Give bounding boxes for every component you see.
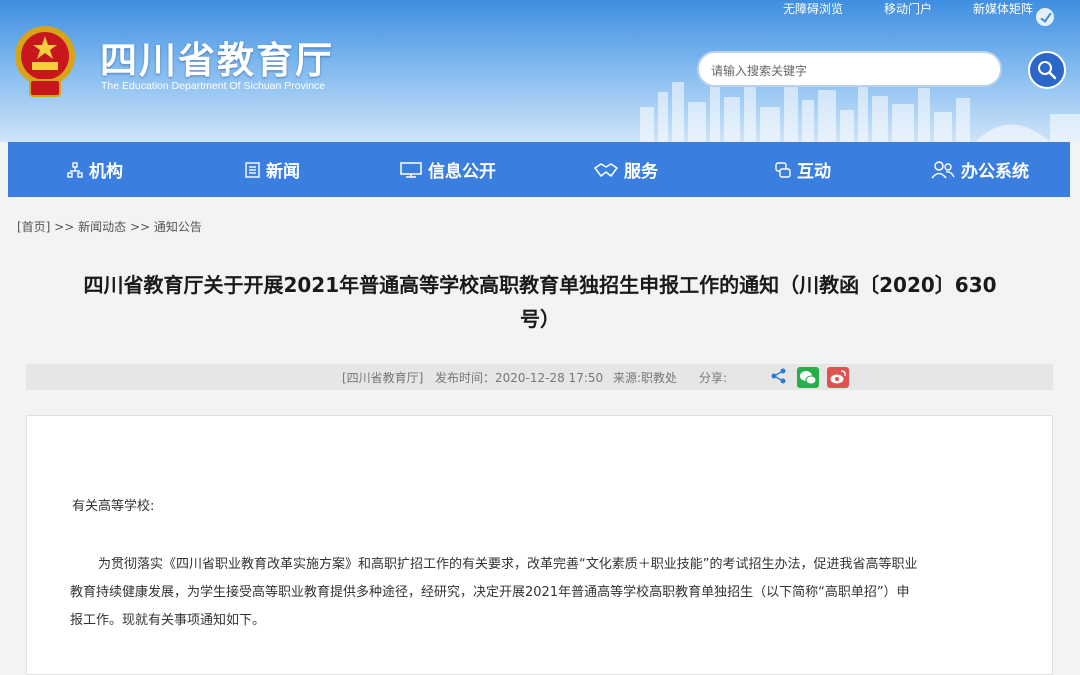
main-nav: 机构 新闻 信息公开 服务 互动 办公系统 <box>8 142 1070 197</box>
article-paragraph-line: 为贯彻落实《四川省职业教育改革实施方案》和高职扩招工作的有关要求，改革完善“文化… <box>98 557 918 572</box>
users-icon <box>931 160 955 178</box>
breadcrumb: [首页] >> 新闻动态 >> 通知公告 <box>17 218 202 235</box>
nav-label-info-disclosure: 信息公开 <box>428 162 496 182</box>
search-button[interactable] <box>1028 51 1066 89</box>
nav-label-office-system: 办公系统 <box>961 162 1029 182</box>
org-icon <box>67 161 83 178</box>
interaction-icon <box>775 161 791 178</box>
article-paragraph-line: 报工作。现就有关事项通知如下。 <box>70 613 266 628</box>
news-icon <box>245 161 260 178</box>
article-content-panel <box>26 415 1053 675</box>
breadcrumb-news[interactable]: 新闻动态 <box>78 220 126 234</box>
breadcrumb-home[interactable]: [首页] <box>17 220 50 234</box>
article-meta-bar: [四川省教育厅] 发布时间：2020-12-28 17:50 来源:职教处 分享… <box>26 364 1053 390</box>
mobile-portal-link[interactable]: 移动门户 <box>884 0 932 17</box>
nav-item-info-disclosure[interactable]: 信息公开 <box>400 142 496 197</box>
article-title-line-2: 号） <box>520 307 560 331</box>
breadcrumb-separator: >> <box>54 220 75 234</box>
share-icon[interactable] <box>770 367 788 385</box>
article-paragraph-line: 教育持续健康发展，为学生接受高等职业教育提供多种途径，经研究，决定开展2021年… <box>70 585 910 600</box>
article-title: 四川省教育厅关于开展2021年普通高等学校高职教育单独招生申报工作的通知（川教函… <box>30 268 1050 336</box>
nav-item-service[interactable]: 服务 <box>594 142 658 197</box>
monitor-icon <box>400 161 422 178</box>
nav-item-office-system[interactable]: 办公系统 <box>931 142 1029 197</box>
service-icon <box>594 162 618 177</box>
site-header: 四川省教育厅 The Education Department Of Sichu… <box>0 0 1080 142</box>
wechat-icon[interactable] <box>797 367 819 388</box>
new-media-matrix-link[interactable]: 新媒体矩阵 <box>973 0 1033 17</box>
nav-item-org[interactable]: 机构 <box>67 142 123 197</box>
search-box <box>697 51 1002 87</box>
accessibility-link[interactable]: 无障碍浏览 <box>783 0 843 17</box>
national-emblem-logo <box>12 22 78 100</box>
weibo-icon[interactable] <box>827 367 849 388</box>
share-label: 分享: <box>699 371 728 385</box>
search-input[interactable] <box>709 59 993 83</box>
nav-label-news: 新闻 <box>266 162 300 182</box>
new-media-icon[interactable] <box>1036 8 1054 26</box>
breadcrumb-notices[interactable]: 通知公告 <box>154 220 202 234</box>
breadcrumb-separator: >> <box>129 220 151 234</box>
article-greeting: 有关高等学校: <box>72 499 155 514</box>
article-origin: 来源:职教处 <box>613 371 678 385</box>
nav-label-service: 服务 <box>624 162 658 182</box>
site-title: 四川省教育厅 <box>100 39 334 82</box>
site-subtitle: The Education Department Of Sichuan Prov… <box>101 80 326 92</box>
article-title-line-1: 四川省教育厅关于开展2021年普通高等学校高职教育单独招生申报工作的通知（川教函… <box>83 273 997 297</box>
nav-item-news[interactable]: 新闻 <box>245 142 300 197</box>
article-publish-time: 发布时间：2020-12-28 17:50 <box>435 371 604 385</box>
nav-item-interaction[interactable]: 互动 <box>775 142 831 197</box>
article-source: [四川省教育厅] <box>342 371 424 385</box>
nav-label-interaction: 互动 <box>797 162 831 182</box>
nav-label-org: 机构 <box>89 162 123 182</box>
search-icon <box>1038 61 1057 80</box>
